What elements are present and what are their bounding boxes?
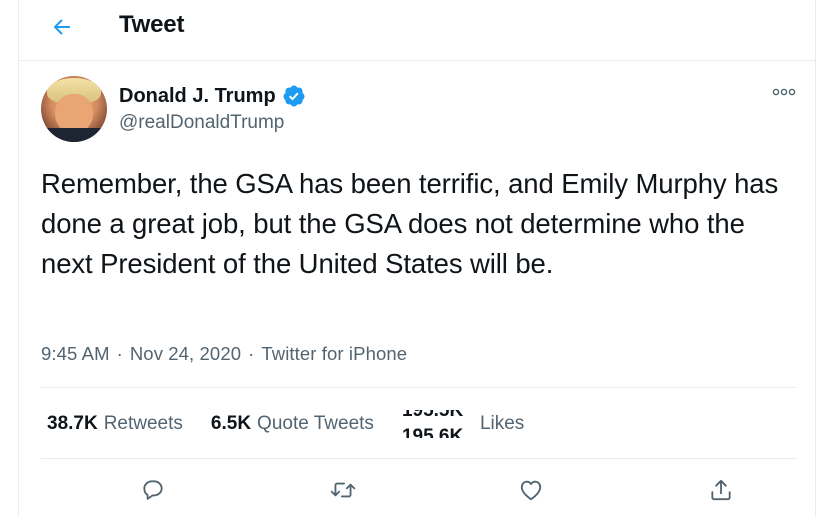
author-handle[interactable]: @realDonaldTrump — [119, 112, 284, 134]
avatar[interactable] — [41, 76, 107, 142]
action-bar — [41, 466, 797, 512]
likes-count-new: 195.6K — [401, 426, 464, 438]
verified-badge-icon — [283, 85, 305, 107]
tweet-stats: 38.7K Retweets 6.5K Quote Tweets 195.5K … — [47, 410, 552, 438]
likes-label: Likes — [479, 413, 525, 434]
quote-tweets-label: Quote Tweets — [257, 413, 374, 434]
likes-stat[interactable]: 195.5K 195.6K Likes — [402, 410, 524, 438]
tweet-text: Remember, the GSA has been terrific, and… — [41, 168, 779, 279]
more-horizontal-icon — [772, 88, 796, 96]
like-button[interactable] — [511, 470, 551, 510]
display-name[interactable]: Donald J. Trump — [119, 85, 276, 108]
divider — [41, 387, 797, 388]
meta-separator: · — [116, 343, 123, 364]
tweet-time[interactable]: 9:45 AM — [41, 343, 110, 364]
meta-separator: · — [248, 343, 255, 364]
back-button[interactable] — [43, 8, 81, 46]
tweet-meta: 9:45 AM · Nov 24, 2020 · Twitter for iPhone — [41, 343, 407, 365]
retweets-label: Retweets — [103, 413, 183, 434]
share-icon — [711, 479, 731, 501]
arrow-left-icon — [53, 19, 70, 35]
reply-icon — [143, 480, 163, 500]
quote-tweets-stat[interactable]: 6.5K Quote Tweets — [211, 413, 374, 435]
share-button[interactable] — [701, 470, 741, 510]
tweet-date[interactable]: Nov 24, 2020 — [130, 343, 241, 364]
reply-button[interactable] — [133, 470, 173, 510]
header-bar: Tweet — [19, 0, 815, 61]
more-options-button[interactable] — [771, 82, 797, 102]
tweet-source[interactable]: Twitter for iPhone — [261, 343, 407, 364]
likes-count-rolling: 195.5K 195.6K — [402, 410, 476, 438]
likes-count-old: 195.5K — [401, 410, 464, 421]
quote-tweets-count: 6.5K — [210, 413, 252, 434]
retweets-count: 38.7K — [47, 413, 98, 434]
author-name-row[interactable]: Donald J. Trump — [119, 84, 306, 108]
retweets-stat[interactable]: 38.7K Retweets — [47, 413, 183, 435]
retweet-icon — [330, 482, 356, 498]
tweet-frame: Tweet Donald J. Trump @realDonaldTrump R… — [18, 0, 816, 516]
page-title: Tweet — [119, 11, 185, 38]
divider — [41, 458, 797, 459]
retweet-button[interactable] — [323, 470, 363, 510]
like-icon — [520, 480, 542, 501]
